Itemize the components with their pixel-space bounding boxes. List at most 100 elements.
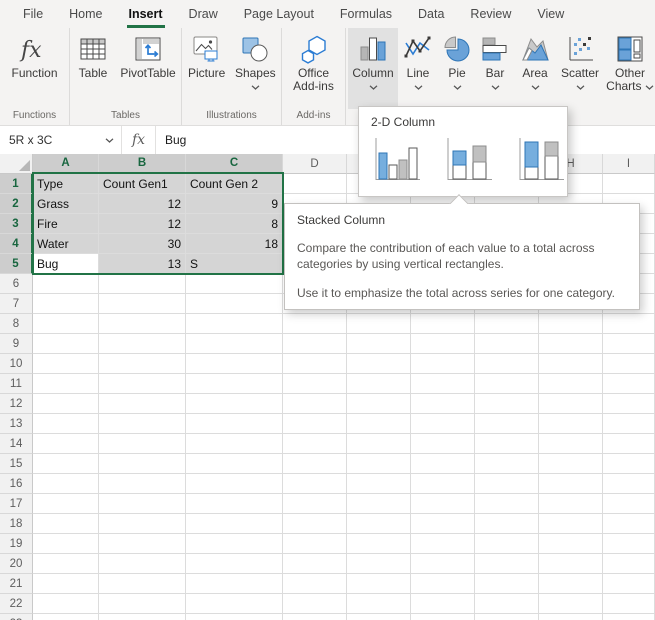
cell-E22[interactable] bbox=[347, 594, 411, 614]
cell-D17[interactable] bbox=[283, 494, 347, 514]
cell-E9[interactable] bbox=[347, 334, 411, 354]
cell-D16[interactable] bbox=[283, 474, 347, 494]
cell-G11[interactable] bbox=[475, 374, 539, 394]
cell-A21[interactable] bbox=[33, 574, 99, 594]
row-header-13[interactable]: 13 bbox=[0, 414, 33, 434]
ribbon-tab-review[interactable]: Review bbox=[457, 0, 524, 28]
ribbon-button-other-charts[interactable]: Other Charts bbox=[604, 28, 655, 109]
ribbon-button-line[interactable]: Line bbox=[398, 28, 438, 109]
cell-H23[interactable] bbox=[539, 614, 603, 620]
cell-C2[interactable]: 9 bbox=[186, 194, 283, 214]
cell-H17[interactable] bbox=[539, 494, 603, 514]
cell-F14[interactable] bbox=[411, 434, 475, 454]
cell-B14[interactable] bbox=[99, 434, 186, 454]
cell-E18[interactable] bbox=[347, 514, 411, 534]
cell-D12[interactable] bbox=[283, 394, 347, 414]
cell-A17[interactable] bbox=[33, 494, 99, 514]
cell-F15[interactable] bbox=[411, 454, 475, 474]
cell-I21[interactable] bbox=[603, 574, 655, 594]
cell-E21[interactable] bbox=[347, 574, 411, 594]
cell-G8[interactable] bbox=[475, 314, 539, 334]
cell-B16[interactable] bbox=[99, 474, 186, 494]
cell-G22[interactable] bbox=[475, 594, 539, 614]
name-box[interactable]: 5R x 3C bbox=[0, 126, 122, 154]
cell-D9[interactable] bbox=[283, 334, 347, 354]
row-header-11[interactable]: 11 bbox=[0, 374, 33, 394]
select-all-corner[interactable] bbox=[0, 154, 33, 174]
cell-C8[interactable] bbox=[186, 314, 283, 334]
cell-G19[interactable] bbox=[475, 534, 539, 554]
cell-D15[interactable] bbox=[283, 454, 347, 474]
cell-H9[interactable] bbox=[539, 334, 603, 354]
cell-B1[interactable]: Count Gen1 bbox=[99, 174, 186, 194]
cell-C13[interactable] bbox=[186, 414, 283, 434]
cell-I15[interactable] bbox=[603, 454, 655, 474]
cell-A7[interactable] bbox=[33, 294, 99, 314]
cell-I23[interactable] bbox=[603, 614, 655, 620]
cell-H8[interactable] bbox=[539, 314, 603, 334]
cell-F17[interactable] bbox=[411, 494, 475, 514]
cell-G17[interactable] bbox=[475, 494, 539, 514]
cell-I13[interactable] bbox=[603, 414, 655, 434]
cell-H13[interactable] bbox=[539, 414, 603, 434]
cell-D21[interactable] bbox=[283, 574, 347, 594]
cell-E20[interactable] bbox=[347, 554, 411, 574]
cell-C1[interactable]: Count Gen 2 bbox=[186, 174, 283, 194]
cell-C19[interactable] bbox=[186, 534, 283, 554]
cell-H14[interactable] bbox=[539, 434, 603, 454]
cell-B17[interactable] bbox=[99, 494, 186, 514]
column-header-A[interactable]: A bbox=[33, 154, 99, 174]
cell-B3[interactable]: 12 bbox=[99, 214, 186, 234]
cell-B23[interactable] bbox=[99, 614, 186, 620]
cell-F16[interactable] bbox=[411, 474, 475, 494]
cell-C12[interactable] bbox=[186, 394, 283, 414]
cell-A11[interactable] bbox=[33, 374, 99, 394]
ribbon-button-scatter[interactable]: Scatter bbox=[556, 28, 604, 109]
cell-F22[interactable] bbox=[411, 594, 475, 614]
cell-I19[interactable] bbox=[603, 534, 655, 554]
row-header-16[interactable]: 16 bbox=[0, 474, 33, 494]
cell-I17[interactable] bbox=[603, 494, 655, 514]
ribbon-button-picture[interactable]: Picture bbox=[184, 28, 230, 109]
cell-C18[interactable] bbox=[186, 514, 283, 534]
cell-E8[interactable] bbox=[347, 314, 411, 334]
ribbon-tab-insert[interactable]: Insert bbox=[116, 0, 176, 28]
cell-A15[interactable] bbox=[33, 454, 99, 474]
cell-B5[interactable]: 13 bbox=[99, 254, 186, 274]
cell-F13[interactable] bbox=[411, 414, 475, 434]
cell-H11[interactable] bbox=[539, 374, 603, 394]
ribbon-button-pivottable[interactable]: PivotTable bbox=[116, 28, 180, 109]
cell-C3[interactable]: 8 bbox=[186, 214, 283, 234]
cell-A13[interactable] bbox=[33, 414, 99, 434]
insert-function-button[interactable]: fx bbox=[122, 126, 156, 154]
cell-H15[interactable] bbox=[539, 454, 603, 474]
chevron-down-icon[interactable] bbox=[105, 137, 114, 143]
cell-D18[interactable] bbox=[283, 514, 347, 534]
cell-G16[interactable] bbox=[475, 474, 539, 494]
cell-F20[interactable] bbox=[411, 554, 475, 574]
cell-D14[interactable] bbox=[283, 434, 347, 454]
row-header-21[interactable]: 21 bbox=[0, 574, 33, 594]
cell-C14[interactable] bbox=[186, 434, 283, 454]
cell-C5[interactable]: S bbox=[186, 254, 283, 274]
ribbon-button-function[interactable]: fxFunction bbox=[4, 28, 66, 109]
ribbon-tab-page-layout[interactable]: Page Layout bbox=[231, 0, 327, 28]
cell-F11[interactable] bbox=[411, 374, 475, 394]
cell-B20[interactable] bbox=[99, 554, 186, 574]
cell-D22[interactable] bbox=[283, 594, 347, 614]
cell-A22[interactable] bbox=[33, 594, 99, 614]
ribbon-tab-draw[interactable]: Draw bbox=[176, 0, 231, 28]
cell-I14[interactable] bbox=[603, 434, 655, 454]
cell-B19[interactable] bbox=[99, 534, 186, 554]
cell-I22[interactable] bbox=[603, 594, 655, 614]
cell-A16[interactable] bbox=[33, 474, 99, 494]
cell-B8[interactable] bbox=[99, 314, 186, 334]
row-header-23[interactable]: 23 bbox=[0, 614, 33, 620]
column-header-D[interactable]: D bbox=[283, 154, 347, 174]
cell-G18[interactable] bbox=[475, 514, 539, 534]
cell-H10[interactable] bbox=[539, 354, 603, 374]
cell-E13[interactable] bbox=[347, 414, 411, 434]
cell-E12[interactable] bbox=[347, 394, 411, 414]
cell-D1[interactable] bbox=[283, 174, 347, 194]
cell-H18[interactable] bbox=[539, 514, 603, 534]
